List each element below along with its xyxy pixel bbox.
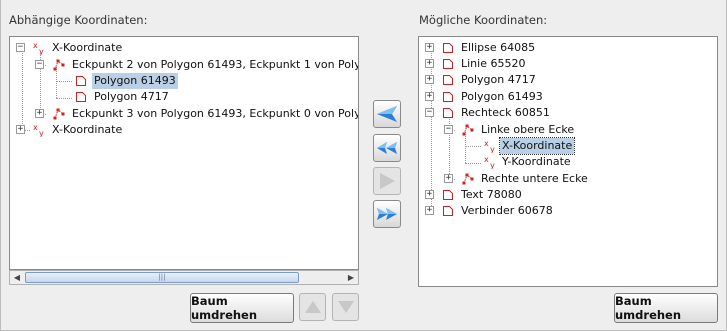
tree-node-polygon-61493[interactable]: Polygon 61493: [10, 73, 358, 89]
tree-node-x-coordinate[interactable]: x y X-Koordinate: [419, 137, 717, 155]
svg-text:x: x: [484, 155, 489, 164]
tree-node-label: Polygon 61493: [92, 73, 178, 89]
shape-icon: [443, 108, 453, 118]
tree-node-label: Linke obere Ecke: [481, 123, 575, 136]
arrow-left-icon: [377, 106, 397, 122]
tree-node-label: Y-Koordinate: [502, 155, 571, 168]
tree-node-label: Verbinder 60678: [461, 204, 553, 217]
possible-coordinates-tree[interactable]: + Ellipse 64085 + Linie 65520 + Polygon …: [418, 36, 718, 287]
tree-node-corner-point-2[interactable]: − Eckpunkt 2 von Polygon 61493, Eckpunkt…: [10, 57, 358, 73]
expand-toggle[interactable]: +: [425, 206, 434, 215]
scroll-left-arrow-icon[interactable]: ◀: [10, 271, 24, 284]
double-arrow-right-icon: [377, 208, 397, 220]
tree-node-label: Rechte untere Ecke: [481, 172, 588, 185]
triangle-down-icon: [337, 301, 354, 313]
tree-node-y-coordinate[interactable]: x y Y-Koordinate: [419, 154, 717, 170]
shape-icon: [443, 43, 453, 53]
tree-node-x-coordinate-2[interactable]: + x y X-Koordinate: [10, 122, 358, 138]
shape-icon: [443, 190, 453, 200]
horizontal-scrollbar[interactable]: ◀ ||| ▶: [9, 270, 359, 285]
xy-coordinate-icon: x y: [484, 139, 495, 153]
tree-node-polygon-4717[interactable]: Polygon 4717: [10, 89, 358, 105]
expand-toggle[interactable]: +: [444, 174, 453, 183]
tree-node-ellipse[interactable]: + Ellipse 64085: [419, 40, 717, 56]
tree-node-label: Rechteck 60851: [461, 106, 550, 119]
tree-node-label: Polygon 4717: [461, 73, 536, 86]
tree-node-polygon-4717[interactable]: + Polygon 4717: [419, 72, 717, 88]
tree-node-top-left-corner[interactable]: − Linke obere Ecke: [419, 122, 717, 138]
reverse-tree-button-right[interactable]: Baum umdrehen: [614, 293, 718, 323]
scrollbar-thumb[interactable]: |||: [25, 272, 299, 283]
move-all-right-button[interactable]: [373, 200, 401, 228]
polyline-icon: [462, 124, 474, 136]
tree-node-rectangle[interactable]: − Rechteck 60851: [419, 105, 717, 121]
dependent-coordinates-label: Abhängige Koordinaten:: [9, 13, 148, 27]
move-down-button[interactable]: [332, 293, 359, 321]
shape-icon: [443, 59, 453, 69]
move-all-left-button[interactable]: [373, 134, 401, 162]
move-right-button[interactable]: [373, 167, 401, 195]
svg-text:y: y: [39, 47, 44, 55]
expand-toggle[interactable]: +: [425, 190, 434, 199]
tree-node-label: Linie 65520: [461, 57, 526, 70]
svg-text:x: x: [33, 123, 38, 132]
expand-toggle[interactable]: +: [425, 92, 434, 101]
tree-node-connector[interactable]: + Verbinder 60678: [419, 203, 717, 219]
tree-node-label: Text 78080: [461, 188, 522, 201]
polyline-icon: [462, 173, 474, 185]
tree-node-label: Eckpunkt 2 von Polygon 61493, Eckpunkt 1…: [72, 58, 359, 71]
svg-text:x: x: [33, 41, 38, 50]
shape-icon: [443, 206, 453, 216]
xy-coordinate-icon: x y: [33, 41, 44, 55]
svg-text:y: y: [490, 161, 495, 169]
shape-icon: [76, 76, 86, 86]
double-arrow-left-icon: [377, 142, 397, 154]
svg-text:y: y: [490, 145, 495, 153]
scroll-right-arrow-icon[interactable]: ▶: [344, 271, 358, 284]
tree-node-label: X-Koordinate: [52, 41, 123, 54]
move-up-button[interactable]: [299, 293, 326, 321]
svg-text:x: x: [484, 139, 489, 148]
window-frame-left: [0, 0, 1, 331]
tree-node-label: Polygon 61493: [461, 90, 543, 103]
tree-node-corner-point-3[interactable]: + Eckpunkt 3 von Polygon 61493, Eckpunkt…: [10, 106, 358, 122]
xy-coordinate-icon: x y: [33, 123, 44, 137]
polyline-icon: [53, 59, 65, 71]
arrow-right-icon: [380, 173, 395, 189]
shape-icon: [443, 75, 453, 85]
move-left-button[interactable]: [373, 100, 401, 128]
tree-node-label: Eckpunkt 3 von Polygon 61493, Eckpunkt 0…: [72, 107, 359, 120]
polyline-icon: [53, 108, 65, 120]
expand-toggle[interactable]: +: [425, 75, 434, 84]
tree-node-polygon-61493[interactable]: + Polygon 61493: [419, 89, 717, 105]
tree-node-bottom-right-corner[interactable]: + Rechte untere Ecke: [419, 171, 717, 187]
tree-node-label: X-Koordinate: [498, 137, 576, 155]
reverse-tree-button-left[interactable]: Baum umdrehen: [190, 293, 294, 323]
dependent-coordinates-tree[interactable]: − x y X-Koordinate − Eckpunkt 2 von Poly…: [9, 36, 359, 270]
collapse-toggle[interactable]: −: [444, 125, 453, 134]
tree-node-label: Ellipse 64085: [461, 41, 536, 54]
tree-node-label: Polygon 4717: [94, 90, 169, 103]
triangle-up-icon: [304, 301, 321, 313]
collapse-toggle[interactable]: −: [16, 43, 25, 52]
xy-coordinate-icon: x y: [484, 155, 495, 169]
collapse-toggle[interactable]: −: [425, 108, 434, 117]
collapse-toggle[interactable]: −: [35, 60, 44, 69]
shape-icon: [443, 92, 453, 102]
tree-node-x-coordinate[interactable]: − x y X-Koordinate: [10, 40, 358, 56]
tree-node-text[interactable]: + Text 78080: [419, 187, 717, 203]
svg-text:y: y: [39, 129, 44, 137]
shape-icon: [76, 92, 86, 102]
expand-toggle[interactable]: +: [16, 125, 25, 134]
expand-toggle[interactable]: +: [425, 43, 434, 52]
possible-coordinates-label: Mögliche Koordinaten:: [419, 13, 548, 27]
tree-node-line[interactable]: + Linie 65520: [419, 56, 717, 72]
expand-toggle[interactable]: +: [35, 109, 44, 118]
expand-toggle[interactable]: +: [425, 59, 434, 68]
tree-node-label: X-Koordinate: [52, 123, 123, 136]
